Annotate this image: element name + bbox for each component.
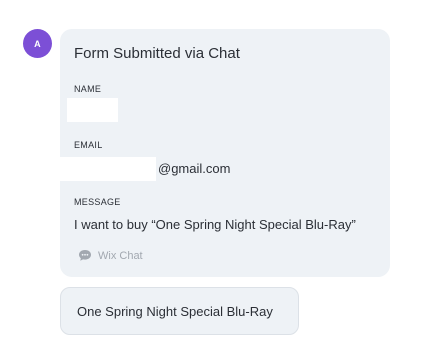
avatar-initial: A — [34, 38, 41, 49]
email-label: EMAIL — [74, 140, 103, 150]
avatar[interactable]: A — [23, 29, 52, 58]
reply-message-bubble[interactable]: One Spring Night Special Blu-Ray — [60, 287, 299, 335]
card-title: Form Submitted via Chat — [74, 45, 240, 62]
name-label: NAME — [74, 84, 102, 94]
form-submission-card: Form Submitted via Chat NAME EMAIL @gmai… — [60, 29, 390, 277]
chat-bubble-icon — [78, 249, 92, 262]
source-footer: Wix Chat — [78, 249, 143, 262]
reply-text: One Spring Night Special Blu-Ray — [77, 303, 273, 319]
chat-transcript: A Form Submitted via Chat NAME EMAIL @gm… — [0, 0, 423, 351]
source-label: Wix Chat — [98, 249, 143, 262]
email-redaction — [60, 157, 156, 181]
message-label: MESSAGE — [74, 197, 121, 207]
name-redaction — [67, 98, 118, 122]
email-value: @gmail.com — [158, 161, 231, 176]
message-value: I want to buy “One Spring Night Special … — [74, 217, 356, 232]
